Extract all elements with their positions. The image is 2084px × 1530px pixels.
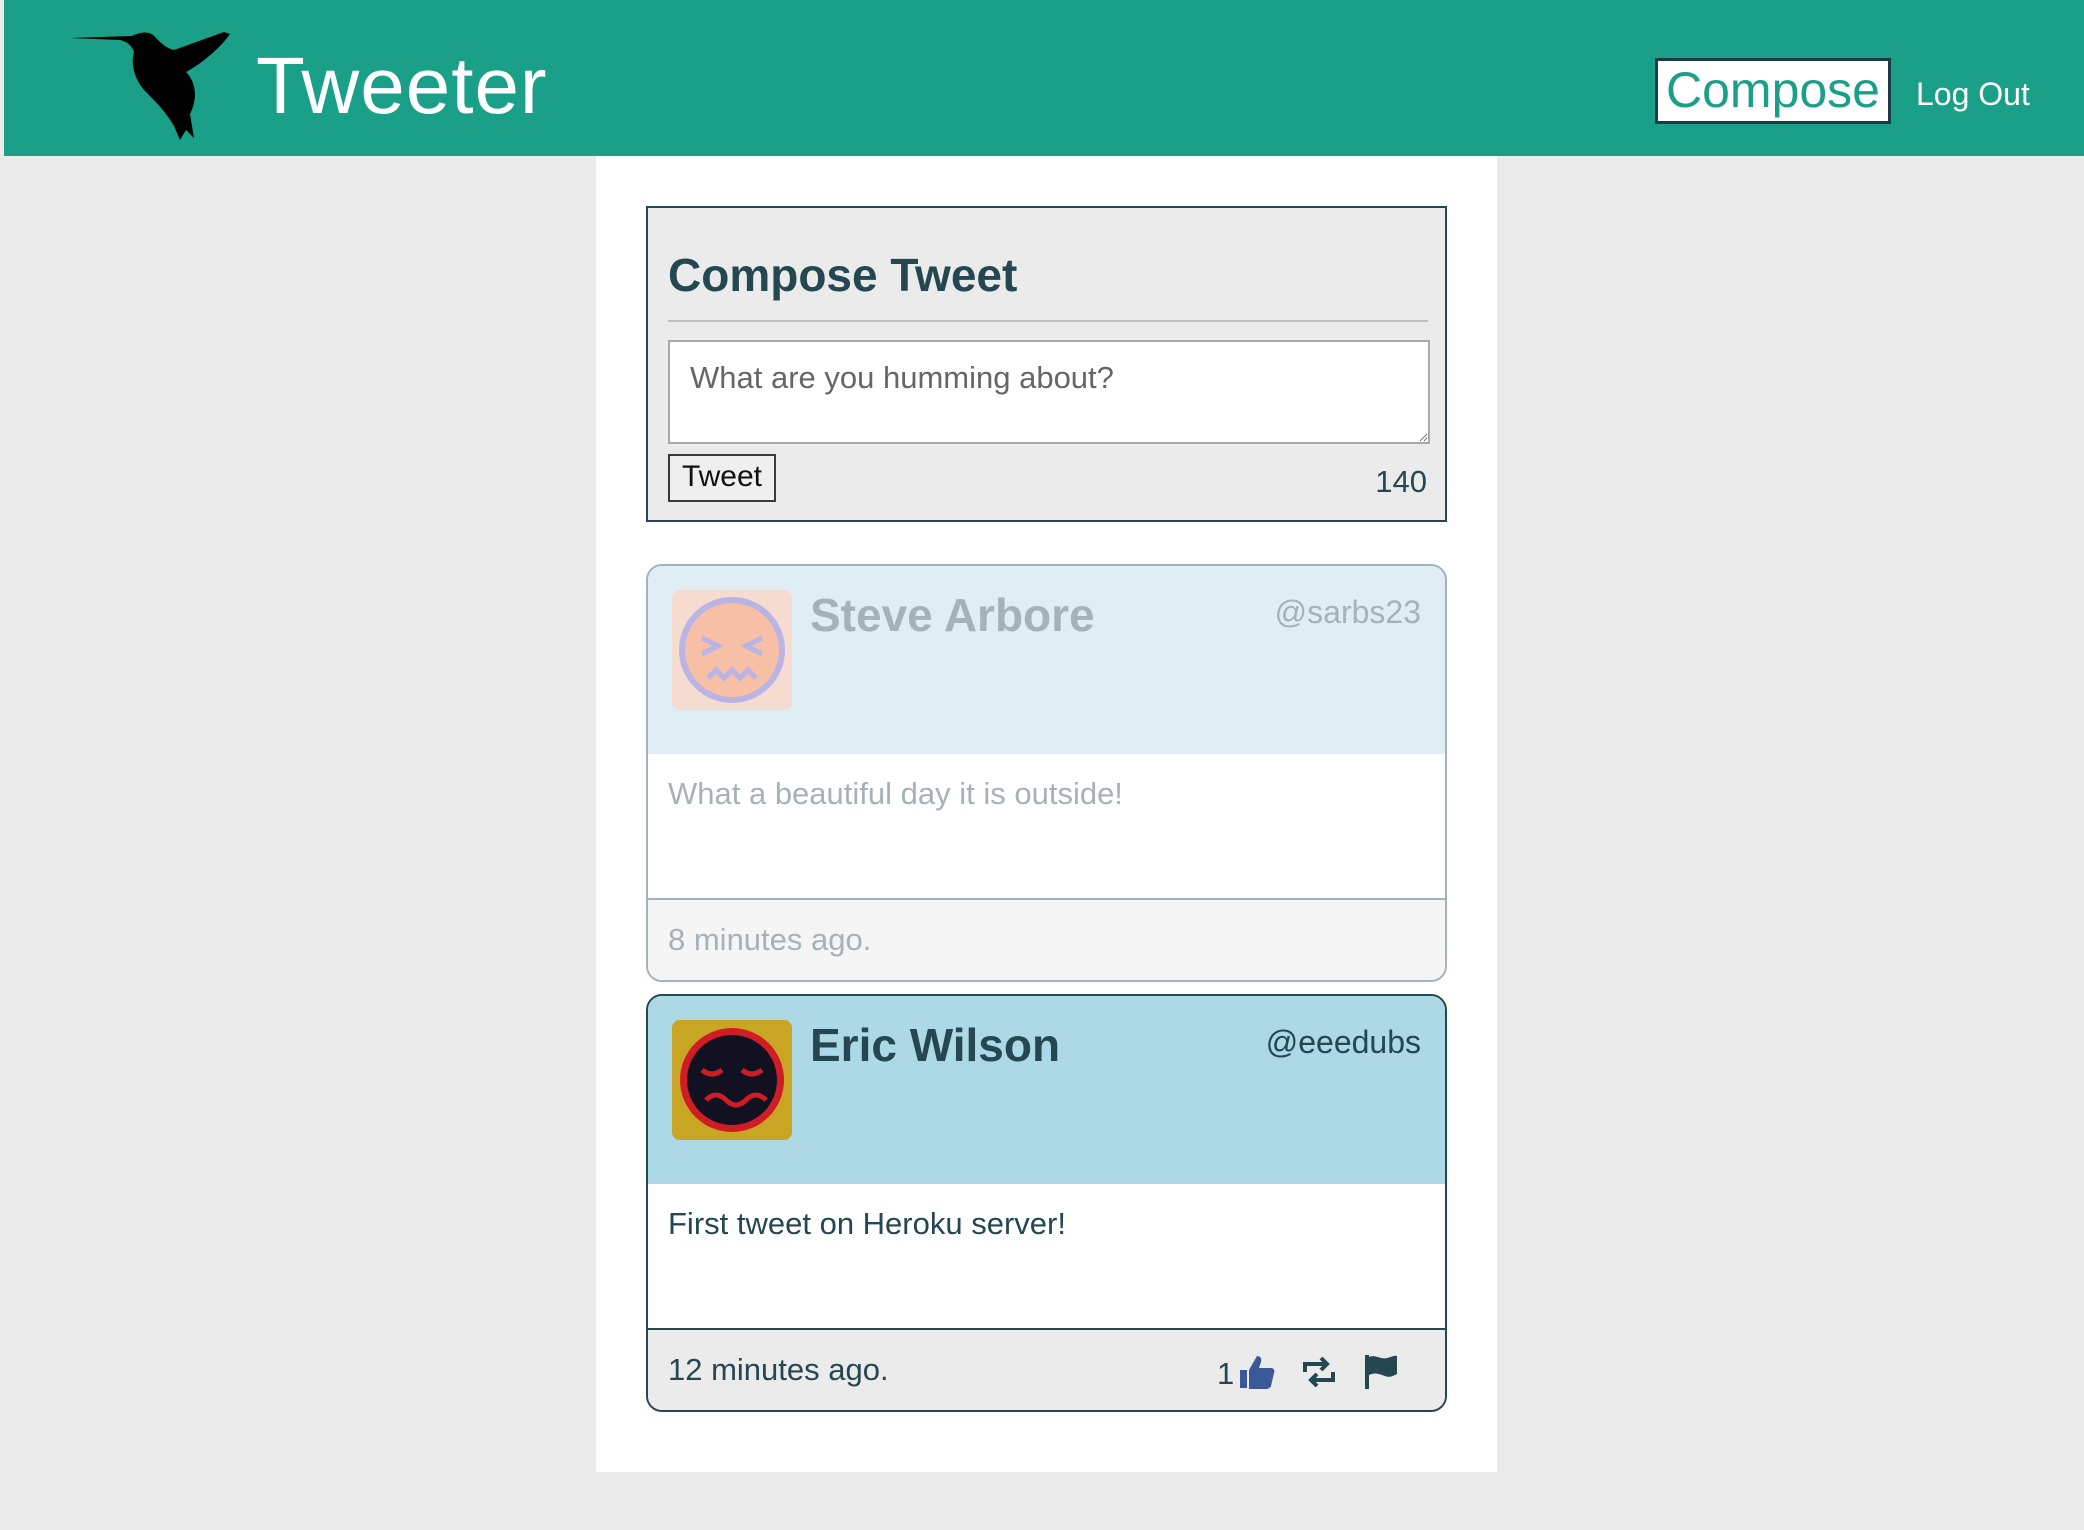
tweet-card: Eric Wilson @eeedubs First tweet on Hero… — [646, 994, 1447, 1412]
compose-button[interactable]: Compose — [1655, 58, 1891, 124]
tweet-card: Steve Arbore @sarbs23 What a beautiful d… — [646, 564, 1447, 982]
thumbs-up-icon[interactable] — [1237, 1352, 1277, 1392]
tweet-author-handle: @eeedubs — [1265, 1024, 1421, 1060]
tweet-footer: 12 minutes ago. 1 — [648, 1328, 1445, 1410]
queasy-face-avatar — [672, 1020, 792, 1140]
tweet-text-input[interactable] — [668, 340, 1430, 444]
tweet-timestamp: 12 minutes ago. — [668, 1352, 889, 1387]
compose-divider — [668, 320, 1428, 322]
tweet-timestamp: 8 minutes ago. — [668, 922, 872, 957]
tweet-author-handle: @sarbs23 — [1274, 594, 1421, 630]
hummingbird-logo-icon — [70, 32, 230, 140]
tweet-author-name: Steve Arbore — [810, 589, 1095, 641]
tweet-content: First tweet on Heroku server! — [668, 1206, 1066, 1241]
brand-title[interactable]: Tweeter — [256, 40, 548, 132]
tweet-author-name: Eric Wilson — [810, 1019, 1061, 1071]
retweet-icon[interactable] — [1299, 1352, 1339, 1392]
tweet-submit-button[interactable]: Tweet — [668, 454, 776, 502]
like-count: 1 — [1217, 1356, 1235, 1391]
tweet-content: What a beautiful day it is outside! — [668, 776, 1123, 811]
confounded-face-avatar — [672, 590, 792, 710]
top-navbar: Tweeter Compose Log Out — [4, 0, 2084, 156]
tweet-header: Steve Arbore @sarbs23 — [648, 566, 1445, 754]
tweet-header: Eric Wilson @eeedubs — [648, 996, 1445, 1184]
tweet-footer: 8 minutes ago. — [648, 898, 1445, 980]
character-counter: 140 — [1375, 464, 1427, 499]
logout-link[interactable]: Log Out — [1916, 76, 2030, 113]
compose-tweet-form: Compose Tweet Tweet 140 — [646, 206, 1447, 522]
flag-icon[interactable] — [1361, 1352, 1401, 1392]
compose-title: Compose Tweet — [668, 249, 1018, 301]
